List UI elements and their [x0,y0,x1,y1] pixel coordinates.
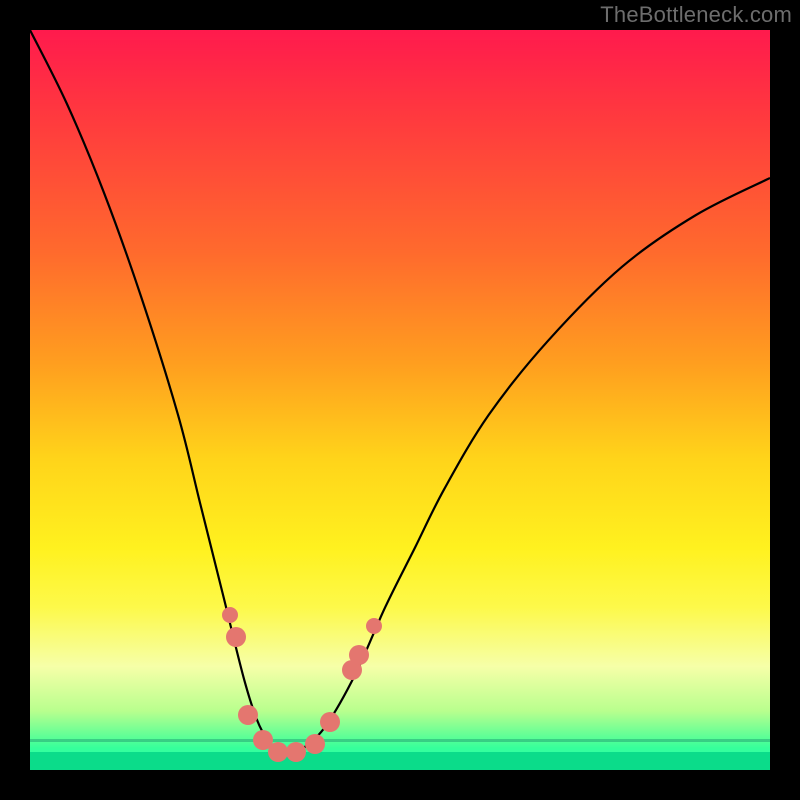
chart-stage: TheBottleneck.com [0,0,800,800]
data-marker [222,607,238,623]
curve-path [30,30,770,755]
data-marker [305,734,325,754]
bottleneck-curve [30,30,770,770]
data-marker [349,645,369,665]
data-marker [268,742,288,762]
data-marker [238,705,258,725]
plot-area [30,30,770,770]
data-marker [366,618,382,634]
data-marker [320,712,340,732]
data-marker [226,627,246,647]
data-marker [286,742,306,762]
watermark-text: TheBottleneck.com [600,2,792,28]
